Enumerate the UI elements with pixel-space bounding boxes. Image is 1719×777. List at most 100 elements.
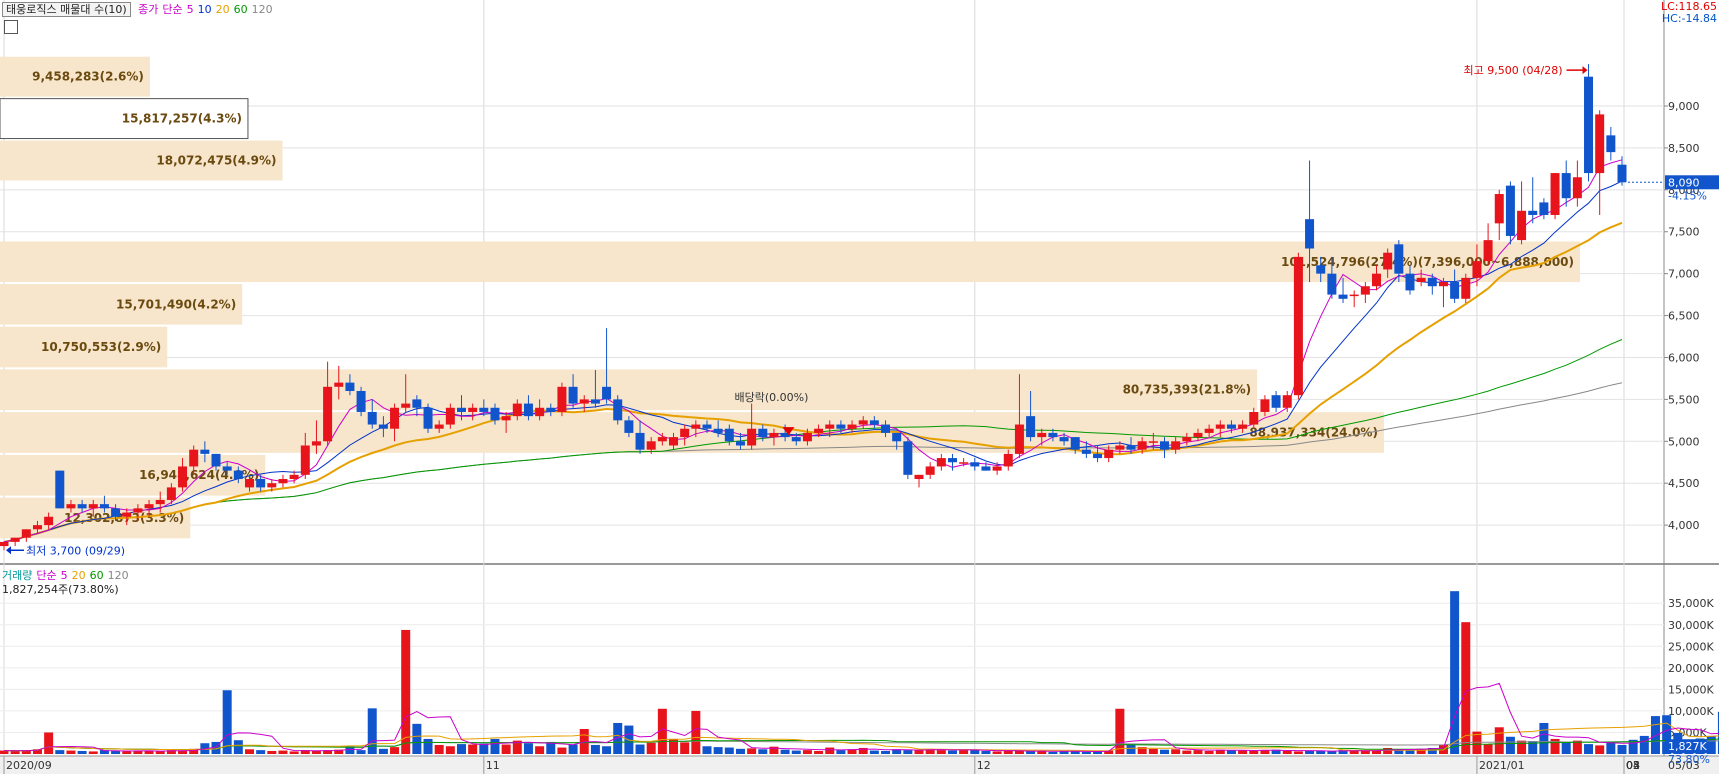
candle-body: [311, 441, 321, 446]
candle-body: [590, 399, 600, 404]
candle-body: [568, 386, 578, 404]
candle-body: [88, 504, 98, 509]
volume-bar: [1048, 751, 1058, 754]
candle-body: [211, 453, 221, 467]
candle-body: [412, 399, 422, 408]
candle-body: [535, 407, 545, 417]
volume-bar: [490, 738, 500, 754]
grid-toggle-icon[interactable]: [4, 20, 18, 34]
legend-item[interactable]: 단순: [162, 3, 182, 16]
legend-item[interactable]: 20: [216, 3, 230, 16]
candle-body: [702, 424, 712, 429]
candle-body: [1182, 437, 1192, 442]
volume-profile-bar: [0, 369, 1258, 411]
candle-body: [490, 407, 500, 421]
volume-bar: [367, 708, 377, 754]
candle-body: [1405, 273, 1415, 291]
candle-body: [1505, 185, 1515, 236]
volume-tick-label: 10,000K: [1668, 705, 1714, 718]
volume-bar: [378, 748, 388, 754]
volume-bar: [1026, 751, 1036, 754]
volume-bar: [66, 750, 76, 754]
price-legend: 태웅로직스 매물대 수(10) 종가 단순 5 10 20 60 120: [2, 1, 281, 17]
volume-bar: [1014, 750, 1024, 754]
candle-body: [144, 504, 154, 509]
chart-title[interactable]: 태웅로직스 매물대 수(10): [2, 2, 131, 17]
candle-body: [892, 432, 902, 442]
volume-bar: [959, 750, 969, 754]
legend-item[interactable]: 종가: [138, 3, 158, 16]
candle-body: [178, 466, 188, 488]
candle-body: [546, 407, 556, 412]
candle-body: [959, 462, 969, 464]
volume-bar: [680, 742, 690, 754]
candle-body: [814, 428, 824, 433]
volume-bar: [1148, 748, 1158, 754]
volume-bar: [1059, 751, 1069, 754]
candle-body: [646, 441, 656, 450]
volume-bar: [390, 747, 400, 754]
volume-bar: [88, 751, 98, 754]
candle-body: [1260, 399, 1270, 412]
volume-bar: [1249, 750, 1259, 754]
candle-body: [1327, 273, 1337, 295]
volume-bar: [356, 750, 366, 754]
candle-body: [1115, 445, 1125, 450]
candle-body: [1372, 273, 1382, 287]
candle-body: [1427, 277, 1437, 287]
volume-bar: [1606, 741, 1616, 754]
candle-body: [512, 403, 522, 417]
volume-bar: [1617, 744, 1627, 754]
candle-body: [1349, 294, 1359, 297]
volume-bar: [523, 743, 533, 754]
candle-body: [1472, 261, 1482, 278]
candle-body: [445, 407, 455, 425]
volume-bar: [1282, 750, 1292, 754]
candle-body: [1438, 282, 1448, 287]
volume-bar: [434, 744, 444, 754]
volume-bar: [1584, 744, 1594, 754]
volume-bar: [602, 746, 612, 754]
current-volume-label: 1,827K: [1668, 740, 1707, 753]
volume-bar: [1171, 749, 1181, 754]
candle-body: [925, 466, 935, 475]
candle-body: [21, 529, 31, 538]
volume-bar: [55, 750, 65, 754]
candle-body: [602, 386, 612, 400]
candle-body: [345, 382, 355, 392]
legend-item[interactable]: 5: [187, 3, 194, 16]
candle-body: [769, 432, 779, 438]
volume-bar: [1539, 722, 1549, 754]
date-axis-band: [0, 756, 1719, 774]
candle-body: [1305, 219, 1315, 249]
candle-body: [356, 391, 366, 412]
volume-bar: [468, 744, 478, 754]
candle-body: [624, 420, 634, 433]
volume-bar: [1238, 750, 1248, 754]
candle-body: [847, 424, 857, 429]
candle-body: [434, 424, 444, 429]
volume-profile-label: 9,458,283(2.6%): [32, 70, 144, 84]
candle-body: [501, 416, 511, 421]
candle-body: [1338, 294, 1348, 299]
high-marker-label: 최고 9,500 (04/28): [1464, 64, 1563, 77]
volume-bar: [1517, 740, 1527, 754]
date-tick-label: 12: [977, 759, 991, 772]
candle-body: [1539, 202, 1549, 215]
candle-body: [1383, 252, 1393, 270]
dividend-marker-label: 배당락(0.00%): [734, 391, 808, 404]
volume-bar: [635, 744, 645, 754]
candle-body: [1014, 424, 1024, 454]
legend-item[interactable]: 60: [234, 3, 248, 16]
candle-body: [457, 407, 467, 412]
candle-body: [881, 424, 891, 433]
legend-item[interactable]: 120: [252, 3, 273, 16]
volume-bar: [590, 744, 600, 754]
volume-bar: [535, 746, 545, 754]
volume-bar: [111, 750, 121, 754]
volume-bar: [77, 750, 87, 754]
volume-bar: [1561, 741, 1571, 754]
legend-item[interactable]: 10: [198, 3, 212, 16]
candle-body: [635, 432, 645, 450]
volume-tick-label: 20,000K: [1668, 662, 1714, 675]
